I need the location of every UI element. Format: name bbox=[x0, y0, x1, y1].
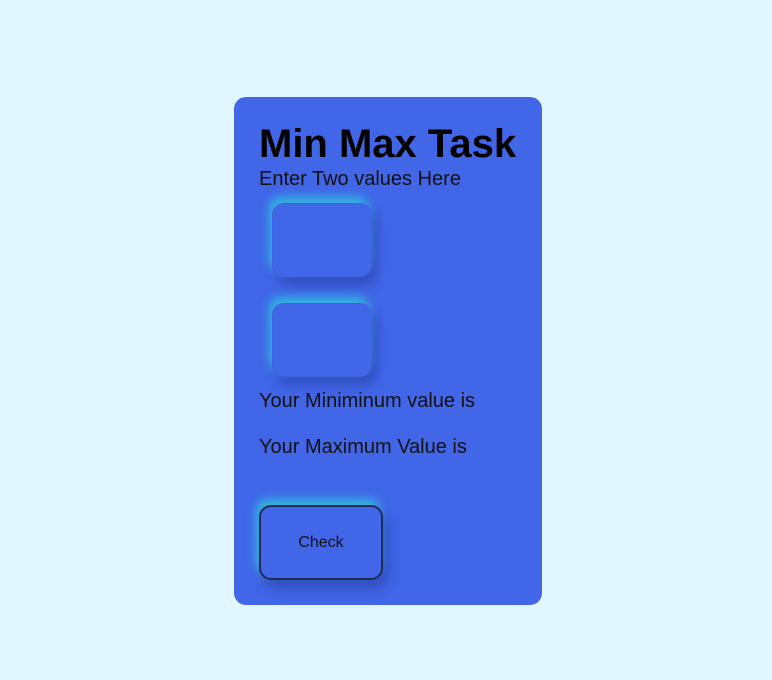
maximum-value-result: Your Maximum Value is bbox=[259, 436, 467, 458]
min-max-card: Min Max Task Enter Two values Here Your … bbox=[234, 97, 542, 605]
minimum-value-result: Your Miniminum value is bbox=[259, 390, 476, 412]
second-value-input[interactable] bbox=[272, 303, 372, 377]
first-value-input[interactable] bbox=[272, 203, 372, 277]
page-title: Min Max Task bbox=[259, 122, 517, 166]
instructions-text: Enter Two values Here bbox=[259, 168, 461, 190]
check-button[interactable]: Check bbox=[259, 505, 383, 580]
